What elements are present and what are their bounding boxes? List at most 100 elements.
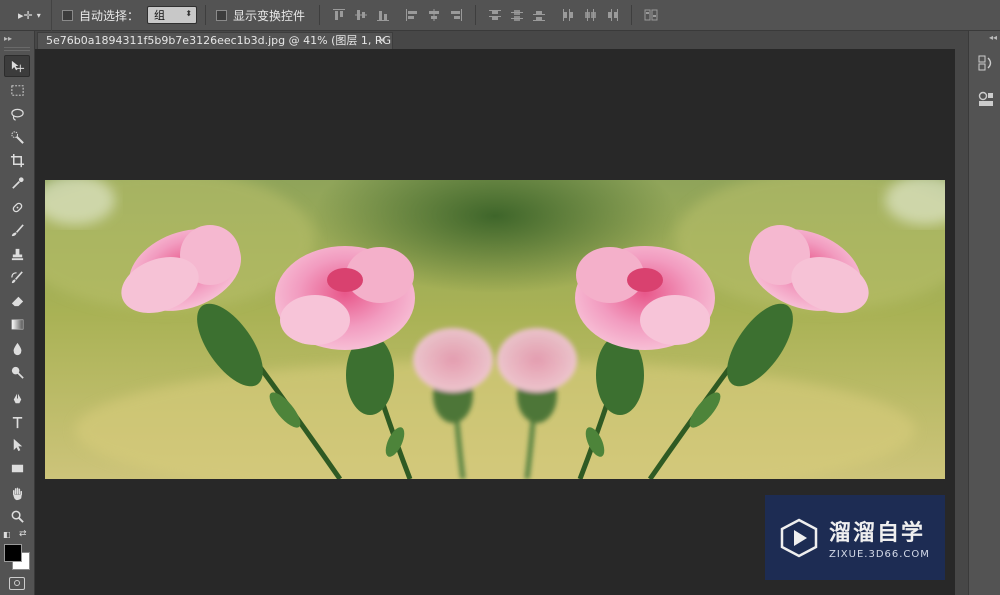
align-right-icon bbox=[451, 9, 463, 21]
right-panel-dock: ◂◂ bbox=[968, 31, 1000, 595]
distribute-bottom-icon bbox=[533, 11, 546, 21]
close-icon[interactable]: × bbox=[378, 33, 386, 49]
zoom-tool-icon bbox=[11, 510, 24, 523]
auto-select-label: 自动选择： bbox=[79, 8, 140, 23]
flower-left-inner bbox=[275, 246, 415, 350]
dodge-tool-icon bbox=[11, 366, 24, 379]
panel-grip[interactable] bbox=[4, 47, 30, 51]
distribute-vcenter-button[interactable] bbox=[507, 5, 527, 25]
properties-panel-icon bbox=[978, 91, 993, 106]
divider bbox=[631, 5, 633, 25]
path-selection-tool[interactable] bbox=[4, 433, 30, 455]
align-bottom-edges-button[interactable] bbox=[373, 5, 393, 25]
pen-tool-icon bbox=[13, 392, 21, 403]
history-panel-button[interactable] bbox=[976, 53, 996, 73]
hand-tool[interactable] bbox=[4, 482, 30, 504]
move-tool[interactable] bbox=[4, 55, 30, 77]
distribute-right-button[interactable] bbox=[602, 5, 622, 25]
blur-tool[interactable] bbox=[4, 337, 30, 359]
marquee-tool-icon bbox=[10, 84, 24, 96]
checkbox-box[interactable] bbox=[62, 9, 73, 21]
eyedropper-tool[interactable] bbox=[4, 172, 30, 194]
align-vertical-centers-button[interactable] bbox=[351, 5, 371, 25]
distribute-left-icon bbox=[563, 9, 574, 21]
align-vcenter-icon bbox=[355, 10, 368, 20]
clone-stamp-tool-icon bbox=[11, 248, 23, 260]
distribute-top-button[interactable] bbox=[485, 5, 505, 25]
move-tool-icon: ▸✛ bbox=[18, 8, 33, 22]
zoom-tool[interactable] bbox=[4, 505, 30, 527]
move-tool-icon bbox=[11, 60, 24, 72]
document-title: 5e76b0a1894311f5b9b7e3126eec1b3d.jpg @ 4… bbox=[46, 34, 393, 47]
history-brush-tool-icon bbox=[10, 270, 23, 283]
carnation-photo bbox=[45, 180, 945, 479]
quick-select-tool-icon bbox=[10, 130, 24, 144]
type-tool-icon bbox=[12, 416, 22, 428]
distribute-buttons bbox=[484, 5, 623, 25]
clone-stamp-tool[interactable] bbox=[4, 243, 30, 265]
divider bbox=[205, 5, 207, 25]
document-tab[interactable]: 5e76b0a1894311f5b9b7e3126eec1b3d.jpg @ 4… bbox=[37, 32, 393, 49]
auto-select-checkbox[interactable]: 自动选择： bbox=[62, 7, 139, 24]
history-brush-tool[interactable] bbox=[4, 266, 30, 288]
auto-align-icon bbox=[644, 9, 658, 21]
align-bottom-icon bbox=[377, 11, 390, 21]
eraser-tool-icon bbox=[11, 296, 23, 306]
options-bar: ▸✛ ▾ 自动选择： 组 ⬍ 显示变换控件 bbox=[0, 0, 1000, 31]
checkbox-box[interactable] bbox=[216, 9, 228, 21]
watermark-logo: 溜溜自学 ZIXUE.3D66.COM bbox=[765, 495, 945, 580]
play-logo-icon bbox=[780, 518, 818, 557]
align-left-edges-button[interactable] bbox=[402, 5, 422, 25]
collapse-panel-icon[interactable]: ▸▸ bbox=[4, 34, 12, 43]
updown-arrows-icon: ⬍ bbox=[185, 9, 193, 18]
distribute-hcenter-icon bbox=[585, 9, 597, 21]
eraser-tool[interactable] bbox=[4, 289, 30, 311]
distribute-vcenter-icon bbox=[511, 10, 524, 21]
marquee-tool[interactable] bbox=[4, 79, 30, 101]
foreground-color-swatch[interactable] bbox=[4, 544, 22, 562]
eyedropper-tool-icon bbox=[11, 176, 24, 189]
align-top-edges-button[interactable] bbox=[329, 5, 349, 25]
align-left-icon bbox=[406, 9, 418, 21]
path-select-tool-icon bbox=[13, 438, 22, 451]
distribute-left-button[interactable] bbox=[558, 5, 578, 25]
align-buttons bbox=[328, 5, 467, 25]
align-horizontal-centers-button[interactable] bbox=[424, 5, 444, 25]
tool-preset-picker[interactable]: ▸✛ ▾ bbox=[0, 0, 52, 31]
gradient-tool[interactable] bbox=[4, 313, 30, 335]
blur-tool-icon bbox=[13, 342, 21, 355]
collapse-dock-icon[interactable]: ◂◂ bbox=[989, 33, 997, 42]
default-colors-icon[interactable]: ◧ bbox=[3, 530, 11, 539]
divider bbox=[475, 5, 477, 25]
dodge-tool[interactable] bbox=[4, 361, 30, 383]
healing-brush-tool[interactable] bbox=[4, 196, 30, 218]
show-transform-checkbox[interactable]: 显示变换控件 bbox=[216, 7, 305, 24]
quick-select-tool[interactable] bbox=[4, 126, 30, 148]
lasso-tool[interactable] bbox=[4, 103, 30, 125]
vertical-scrollbar[interactable] bbox=[955, 49, 968, 595]
gradient-tool-icon bbox=[11, 319, 23, 329]
quick-mask-button[interactable] bbox=[9, 577, 25, 590]
rectangle-tool-icon bbox=[11, 464, 23, 472]
healing-brush-tool-icon bbox=[12, 202, 22, 212]
swap-colors-icon[interactable]: ⇄ bbox=[19, 529, 27, 539]
lasso-tool-icon bbox=[10, 108, 24, 121]
align-right-edges-button[interactable] bbox=[446, 5, 466, 25]
watermark-title: 溜溜自学 bbox=[829, 521, 926, 546]
brush-tool[interactable] bbox=[4, 219, 30, 241]
image-canvas[interactable] bbox=[45, 180, 945, 479]
auto-select-dropdown[interactable]: 组 ⬍ bbox=[147, 6, 198, 24]
distribute-hcenter-button[interactable] bbox=[580, 5, 600, 25]
crop-tool-icon bbox=[10, 153, 24, 167]
auto-align-layers-button[interactable] bbox=[641, 5, 661, 25]
brush-tool-icon bbox=[11, 223, 24, 236]
divider bbox=[319, 5, 321, 25]
distribute-bottom-button[interactable] bbox=[529, 5, 549, 25]
chevron-down-icon: ▾ bbox=[36, 10, 41, 20]
properties-panel-button[interactable] bbox=[976, 89, 996, 109]
rectangle-tool[interactable] bbox=[4, 457, 30, 479]
history-panel-icon bbox=[978, 55, 992, 71]
type-tool[interactable] bbox=[4, 411, 30, 433]
crop-tool[interactable] bbox=[4, 149, 30, 171]
pen-tool[interactable] bbox=[4, 387, 30, 409]
